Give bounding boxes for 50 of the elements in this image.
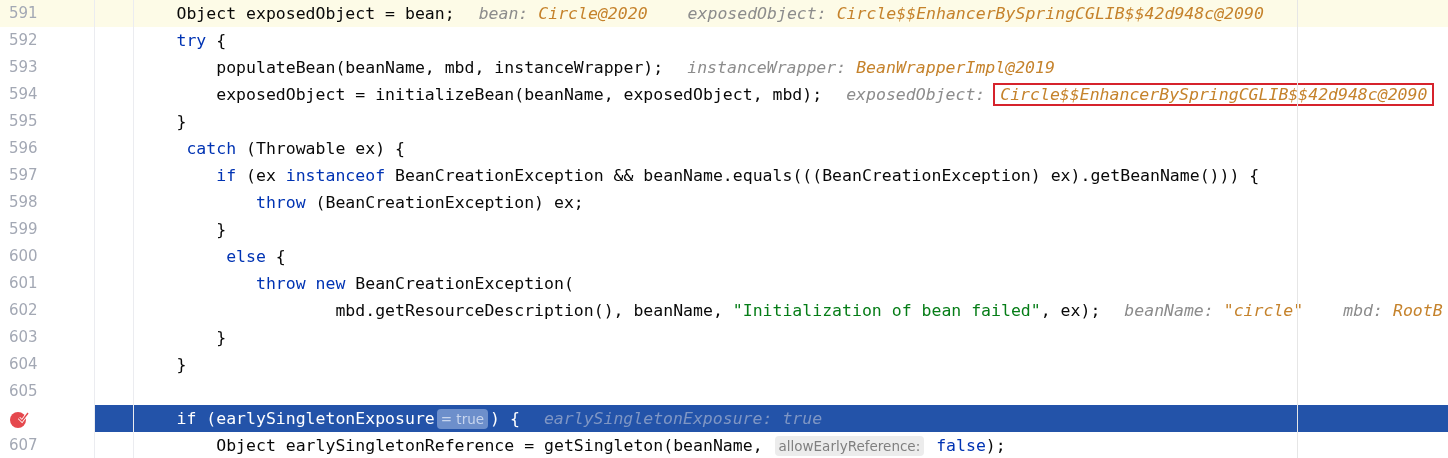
variable-label: beanName: bbox=[1124, 301, 1214, 320]
line-number: 602 bbox=[9, 300, 38, 321]
line-number: 598 bbox=[9, 192, 38, 213]
code-text: false); bbox=[935, 435, 1006, 457]
variable-label: earlySingletonExposure: bbox=[543, 409, 773, 428]
variable-value: RootB bbox=[1392, 301, 1443, 320]
line-number: 592 bbox=[9, 30, 38, 51]
line-number: 599 bbox=[9, 219, 38, 240]
line-number: 595 bbox=[9, 111, 38, 132]
code-text: exposedObject = initializeBean(beanName, exposedObject, mbd); bbox=[215, 84, 823, 106]
code-text: catch (Throwable ex) { bbox=[185, 138, 405, 160]
code-text: } bbox=[215, 219, 227, 241]
code-text: } bbox=[215, 327, 227, 349]
line-number: 597 bbox=[9, 165, 38, 186]
code-text: if (earlySingletonExposure bbox=[175, 408, 435, 430]
variable-value: Circle@2020 bbox=[538, 4, 648, 23]
variable-label: exposedObject: bbox=[846, 84, 986, 104]
line-number: 601 bbox=[9, 273, 38, 294]
line-number: 605 bbox=[9, 381, 38, 402]
line-number: 600 bbox=[9, 246, 38, 267]
line-number: 593 bbox=[9, 57, 38, 78]
variable-label: mbd: bbox=[1343, 301, 1383, 320]
variable-value: true bbox=[782, 409, 823, 428]
variable-label: bean: bbox=[478, 4, 529, 23]
code-text: } bbox=[175, 111, 187, 133]
line-number: 596 bbox=[9, 138, 38, 159]
code-text: throw new BeanCreationException( bbox=[254, 273, 574, 295]
variable-value: BeanWrapperImpl@2019 bbox=[856, 58, 1055, 77]
line-number: 591 bbox=[9, 3, 38, 24]
line-number: 604 bbox=[9, 354, 38, 375]
code-text: Object earlySingletonReference = getSingleton(beanName, bbox=[215, 435, 764, 457]
variable-value: "circle" bbox=[1223, 301, 1304, 320]
inlay-hint: allowEarlyReference: bbox=[774, 435, 925, 456]
code-text: Object exposedObject = bean; bbox=[175, 3, 455, 25]
variable-label: exposedObject: bbox=[687, 4, 827, 23]
code-text: populateBean(beanName, mbd, instanceWrapper); bbox=[215, 57, 664, 79]
code-text: try { bbox=[175, 30, 227, 52]
code-text: else { bbox=[225, 246, 286, 268]
highlighted-variable-value: Circle$$EnhancerBySpringCGLIB$$42d948c@2090 bbox=[995, 84, 1433, 104]
variable-label: instanceWrapper: bbox=[687, 58, 847, 77]
code-text: } bbox=[175, 354, 187, 376]
line-number: 594 bbox=[9, 84, 38, 105]
line-number: 607 bbox=[9, 435, 38, 456]
code-text: ) { bbox=[490, 408, 520, 430]
line-number: 603 bbox=[9, 327, 38, 348]
code-text: throw (BeanCreationException) ex; bbox=[254, 192, 584, 214]
variable-value: Circle$$EnhancerBySpringCGLIB$$42d948c@2090 bbox=[836, 4, 1264, 23]
code-text: if (ex instanceof BeanCreationException && beanName.equals(((BeanCreationException) ex).getBeanName())) { bbox=[215, 165, 1260, 187]
code-text: mbd.getResourceDescription(), beanName, "Initialization of bean failed", ex); bbox=[334, 300, 1101, 322]
inlay-hint: = true bbox=[436, 408, 489, 429]
